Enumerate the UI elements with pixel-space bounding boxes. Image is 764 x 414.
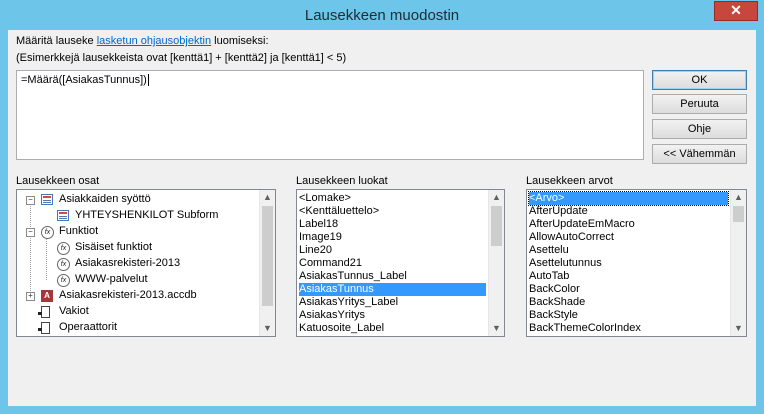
ok-button[interactable]: OK — [652, 70, 747, 90]
tree-item[interactable]: Asiakasrekisteri-2013.accdb — [59, 288, 197, 303]
function-icon: fx — [41, 226, 54, 239]
list-item[interactable]: Asettelu — [529, 244, 728, 257]
list-item[interactable]: AfterUpdate — [529, 205, 728, 218]
list-item[interactable]: Command21 — [299, 257, 486, 270]
form-icon — [41, 194, 53, 205]
list-item[interactable]: <Lomake> — [299, 192, 486, 205]
values-label: Lausekkeen arvot — [526, 175, 613, 187]
scroll-up-arrow[interactable]: ▲ — [731, 190, 746, 205]
scroll-thumb[interactable] — [262, 206, 273, 306]
tree-item[interactable]: Asiakasrekisteri-2013 — [75, 256, 180, 271]
elements-label: Lausekkeen osat — [16, 175, 100, 187]
instruction-suffix: luomiseksi: — [211, 35, 269, 47]
list-item[interactable]: AsiakasTunnus_Label — [299, 270, 486, 283]
scroll-down-arrow[interactable]: ▼ — [489, 321, 504, 336]
list-item[interactable]: AutoTab — [529, 270, 728, 283]
tree-item[interactable]: Asiakkaiden syöttö — [59, 192, 151, 207]
constant-icon — [38, 306, 50, 318]
list-item[interactable]: AfterUpdateEmMacro — [529, 218, 728, 231]
list-item[interactable]: AsiakasYritys — [299, 309, 486, 322]
list-item[interactable]: Asettelutunnus — [529, 257, 728, 270]
function-icon: fx — [57, 258, 70, 271]
scroll-down-arrow[interactable]: ▼ — [731, 321, 746, 336]
window-title: Lausekkeen muodostin — [304, 7, 460, 24]
cancel-button[interactable]: Peruuta — [652, 94, 747, 114]
instruction-prefix: Määritä lauseke — [16, 35, 97, 47]
scroll-thumb[interactable] — [491, 206, 502, 246]
tree-expander-icon[interactable]: − — [26, 228, 35, 237]
tree-item[interactable]: YHTEYSHENKILOT Subform — [75, 208, 218, 223]
list-item[interactable]: Label18 — [299, 218, 486, 231]
list-item[interactable]: <Kenttäluettelo> — [299, 205, 486, 218]
database-icon: A — [41, 290, 53, 302]
tree-expander-icon[interactable]: + — [26, 292, 35, 301]
list-item[interactable]: AsiakasTunnus — [299, 283, 486, 296]
tree-item[interactable]: Sisäiset funktiot — [75, 240, 152, 255]
tree-connector — [30, 200, 31, 301]
list-item[interactable]: Katuosoite_Label — [299, 322, 486, 335]
expression-elements-tree[interactable]: ▲ ▼ − Asiakkaiden syöttö YHTEYSHENKILOT Su… — [16, 189, 276, 337]
scroll-thumb[interactable] — [733, 206, 744, 222]
dialog-client-area: Määritä lauseke lasketun ohjausobjektin … — [8, 30, 756, 406]
scroll-down-arrow[interactable]: ▼ — [260, 321, 275, 336]
title-bar[interactable]: Lausekkeen muodostin ✕ — [0, 0, 764, 31]
scroll-up-arrow[interactable]: ▲ — [489, 190, 504, 205]
calculated-control-link[interactable]: lasketun ohjausobjektin — [97, 35, 211, 47]
scroll-up-arrow[interactable]: ▲ — [260, 190, 275, 205]
function-icon: fx — [57, 274, 70, 287]
function-icon: fx — [57, 242, 70, 255]
tree-item[interactable]: Vakiot — [59, 304, 89, 319]
tree-expander-icon[interactable]: − — [26, 196, 35, 205]
list-item[interactable]: AllowAutoCorrect — [529, 231, 728, 244]
list-item[interactable]: BackStyle — [529, 309, 728, 322]
less-button[interactable]: << Vähemmän — [652, 144, 747, 164]
text-caret — [147, 74, 149, 87]
instruction-example: (Esimerkkejä lausekkeista ovat [kenttä1]… — [16, 52, 347, 64]
help-button[interactable]: Ohje — [652, 119, 747, 139]
tree-connector — [46, 235, 47, 280]
categories-label: Lausekkeen luokat — [296, 175, 388, 187]
form-icon — [57, 210, 69, 221]
expression-categories-list[interactable]: ▲ ▼ <Lomake> <Kenttäluettelo> Label18 Image… — [296, 189, 505, 337]
expression-input[interactable]: =Määrä([AsiakasTunnus]) — [16, 70, 644, 160]
list-item[interactable]: <Arvo> — [528, 191, 729, 206]
categories-scrollbar[interactable]: ▲ ▼ — [488, 190, 504, 336]
tree-item[interactable]: WWW-palvelut — [75, 272, 148, 287]
list-item[interactable]: BackColor — [529, 283, 728, 296]
expression-value: =Määrä([AsiakasTunnus]) — [21, 74, 147, 86]
instruction-text: Määritä lauseke lasketun ohjausobjektin … — [16, 35, 269, 47]
tree-item[interactable]: Operaattorit — [59, 320, 117, 335]
list-item[interactable]: Image19 — [299, 231, 486, 244]
list-item[interactable]: BackShade — [529, 296, 728, 309]
expression-values-list[interactable]: ▲ ▼ <Arvo> AfterUpdate AfterUpdateEmMacro A… — [526, 189, 747, 337]
list-item[interactable]: Line20 — [299, 244, 486, 257]
values-scrollbar[interactable]: ▲ ▼ — [730, 190, 746, 336]
list-item[interactable]: AsiakasYritys_Label — [299, 296, 486, 309]
tree-item[interactable]: Funktiot — [59, 224, 98, 239]
elements-scrollbar[interactable]: ▲ ▼ — [259, 190, 275, 336]
close-button[interactable]: ✕ — [714, 1, 758, 21]
operator-icon — [38, 322, 50, 334]
list-item[interactable]: BackThemeColorIndex — [529, 322, 728, 335]
dialog-window: Lausekkeen muodostin ✕ Määritä lauseke l… — [0, 0, 764, 414]
